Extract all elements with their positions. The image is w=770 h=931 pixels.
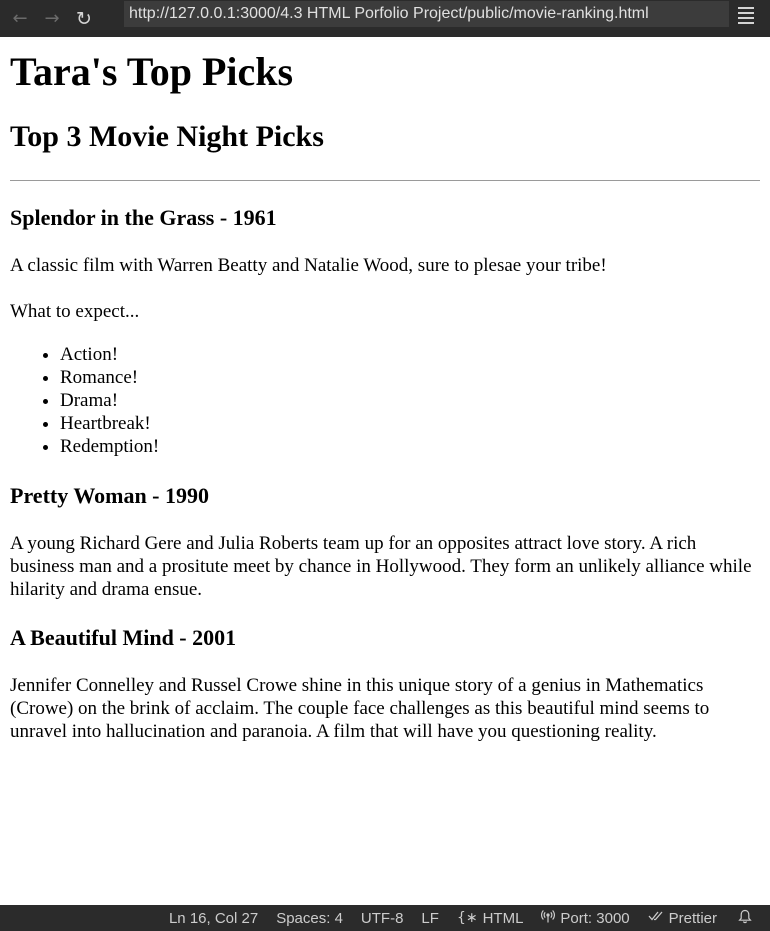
double-check-icon: [648, 910, 664, 926]
movie-description: A young Richard Gere and Julia Roberts t…: [10, 533, 752, 600]
address-bar[interactable]: http://127.0.0.1:3000/4.3 HTML Porfolio …: [124, 1, 729, 27]
notifications-button[interactable]: [726, 905, 770, 931]
indentation-setting[interactable]: Spaces: 4: [267, 905, 352, 931]
encoding-setting[interactable]: UTF-8: [352, 905, 413, 931]
page-subtitle: Top 3 Movie Night Picks: [10, 120, 324, 153]
list-item: Drama!: [60, 389, 760, 412]
hamburger-menu-icon: [738, 6, 754, 9]
page-content: Tara's Top Picks Top 3 Movie Night Picks…: [10, 37, 760, 743]
expect-list: Action! Romance! Drama! Heartbreak! Rede…: [10, 343, 760, 458]
prettier-label: Prettier: [668, 909, 717, 927]
arrow-right-icon: →: [44, 8, 60, 29]
list-item: Redemption!: [60, 435, 760, 458]
broadcast-icon: [541, 909, 556, 927]
back-button[interactable]: ←: [4, 6, 36, 32]
cursor-position-label: Ln 16, Col 27: [168, 909, 259, 927]
port-label: Port: 3000: [560, 909, 630, 927]
reload-icon: ↻: [76, 7, 92, 30]
movie-heading: A Beautiful Mind - 2001: [10, 625, 237, 650]
prettier-status[interactable]: Prettier: [639, 905, 726, 931]
braces-icon: {∗: [456, 910, 478, 926]
movie-heading: Pretty Woman - 1990: [10, 483, 209, 508]
reload-button[interactable]: ↻: [68, 6, 100, 32]
list-item: Romance!: [60, 366, 760, 389]
list-item: Heartbreak!: [60, 412, 760, 435]
eol-setting[interactable]: LF: [412, 905, 448, 931]
list-item: Action!: [60, 343, 760, 366]
encoding-label: UTF-8: [360, 909, 404, 927]
eol-label: LF: [421, 909, 439, 927]
menu-button[interactable]: [738, 4, 760, 26]
movie-card-1: Splendor in the Grass - 1961 A classic f…: [10, 205, 760, 458]
bell-icon: [738, 909, 752, 928]
language-mode[interactable]: {∗ HTML: [448, 905, 532, 931]
indentation-label: Spaces: 4: [276, 909, 343, 927]
expect-label: What to expect...: [10, 301, 140, 322]
movie-description: Jennifer Connelley and Russel Crowe shin…: [10, 675, 710, 742]
arrow-left-icon: ←: [12, 8, 28, 29]
forward-button[interactable]: →: [36, 6, 68, 32]
movie-card-2: Pretty Woman - 1990 A young Richard Gere…: [10, 483, 760, 601]
movie-card-3: A Beautiful Mind - 2001 Jennifer Connell…: [10, 625, 760, 743]
browser-toolbar: ← → ↻ http://127.0.0.1:3000/4.3 HTML Por…: [0, 0, 770, 37]
live-server-port[interactable]: Port: 3000: [532, 905, 638, 931]
divider: [10, 180, 760, 181]
cursor-position[interactable]: Ln 16, Col 27: [160, 905, 267, 931]
page-title: Tara's Top Picks: [10, 49, 294, 94]
language-label: HTML: [482, 909, 524, 927]
movie-description: A classic film with Warren Beatty and Na…: [10, 255, 607, 276]
movie-heading: Splendor in the Grass - 1961: [10, 205, 277, 230]
status-bar: Ln 16, Col 27 Spaces: 4 UTF-8 LF {∗ HTML…: [0, 905, 770, 931]
